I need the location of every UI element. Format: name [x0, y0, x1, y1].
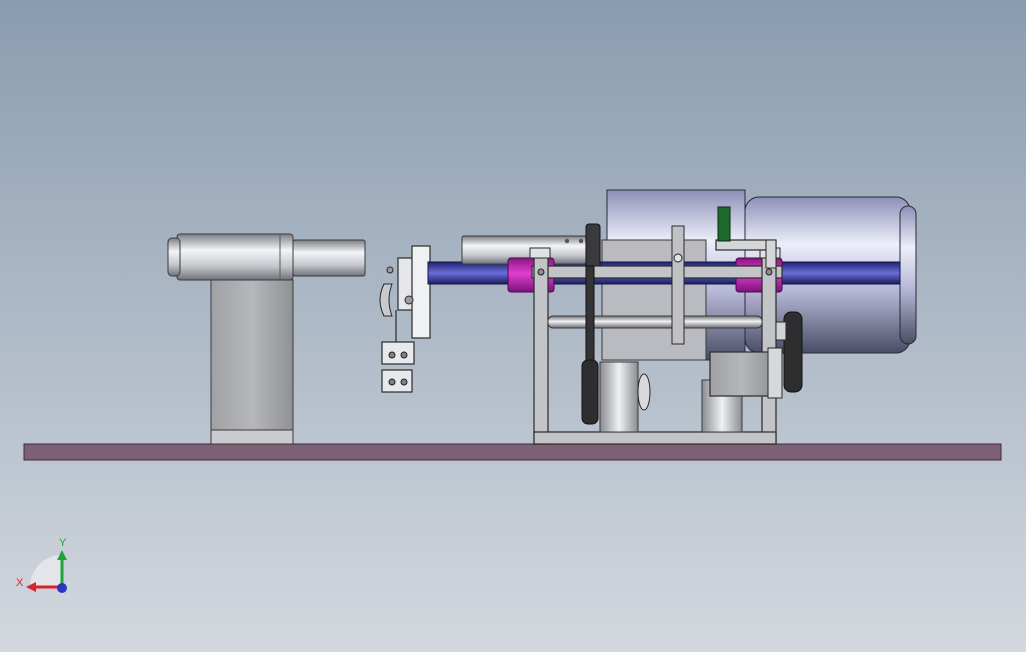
triad-x-label: X	[16, 577, 24, 589]
vertical-screw[interactable]	[671, 225, 685, 345]
lower-column-left[interactable]	[599, 361, 639, 433]
jaw-bolt-icon	[400, 351, 408, 359]
servo-motor-body[interactable]	[709, 351, 775, 397]
gripper-bolt-icon	[404, 295, 414, 305]
drive-pulley-upper[interactable]	[585, 223, 601, 269]
servo-motor-flange	[767, 347, 783, 399]
triad-y-label: Y	[59, 537, 67, 549]
gripper-jaw-2[interactable]	[381, 369, 413, 393]
base-plate[interactable]	[23, 443, 1002, 461]
frame-post-cap-left	[529, 247, 551, 259]
frame-left-post[interactable]	[533, 249, 549, 445]
drive-pulley-lower[interactable]	[581, 359, 599, 425]
left-cylinder-end-cap	[167, 237, 181, 277]
jaw-bolt-icon	[388, 378, 396, 386]
main-motor-endcap	[899, 205, 917, 345]
frame-bolt-icon	[765, 268, 773, 276]
side-belt-tensioner	[775, 321, 787, 341]
chuck-hole-icon	[564, 238, 570, 244]
top-bracket-drop	[765, 239, 777, 269]
left-cylinder-body[interactable]	[176, 233, 294, 281]
screw-nut-icon	[673, 253, 683, 263]
lower-small-pulley[interactable]	[637, 373, 651, 411]
jaw-bolt-icon	[388, 351, 396, 359]
gearbox-block[interactable]	[601, 239, 707, 361]
cad-viewport[interactable]: X Y	[0, 0, 1026, 652]
left-pedestal[interactable]	[210, 279, 294, 445]
frame-top-rail[interactable]	[531, 265, 783, 279]
gripper-bracket[interactable]	[411, 245, 431, 339]
model-view[interactable]: X Y	[0, 0, 1026, 652]
left-pedestal-foot	[210, 429, 294, 445]
jaw-bolt-icon	[400, 378, 408, 386]
gripper-bolt-icon	[386, 266, 394, 274]
gripper-jaw-1[interactable]	[381, 341, 415, 365]
frame-bolt-icon	[537, 268, 545, 276]
guide-rod[interactable]	[547, 315, 763, 329]
frame-right-post[interactable]	[761, 249, 777, 445]
chuck-hole-icon	[578, 238, 584, 244]
frame-bottom-rail[interactable]	[533, 431, 777, 445]
green-sensor[interactable]	[717, 206, 731, 242]
triad-z-dot	[57, 583, 67, 593]
left-cylinder-rod[interactable]	[292, 239, 366, 277]
side-belt[interactable]	[783, 311, 803, 393]
